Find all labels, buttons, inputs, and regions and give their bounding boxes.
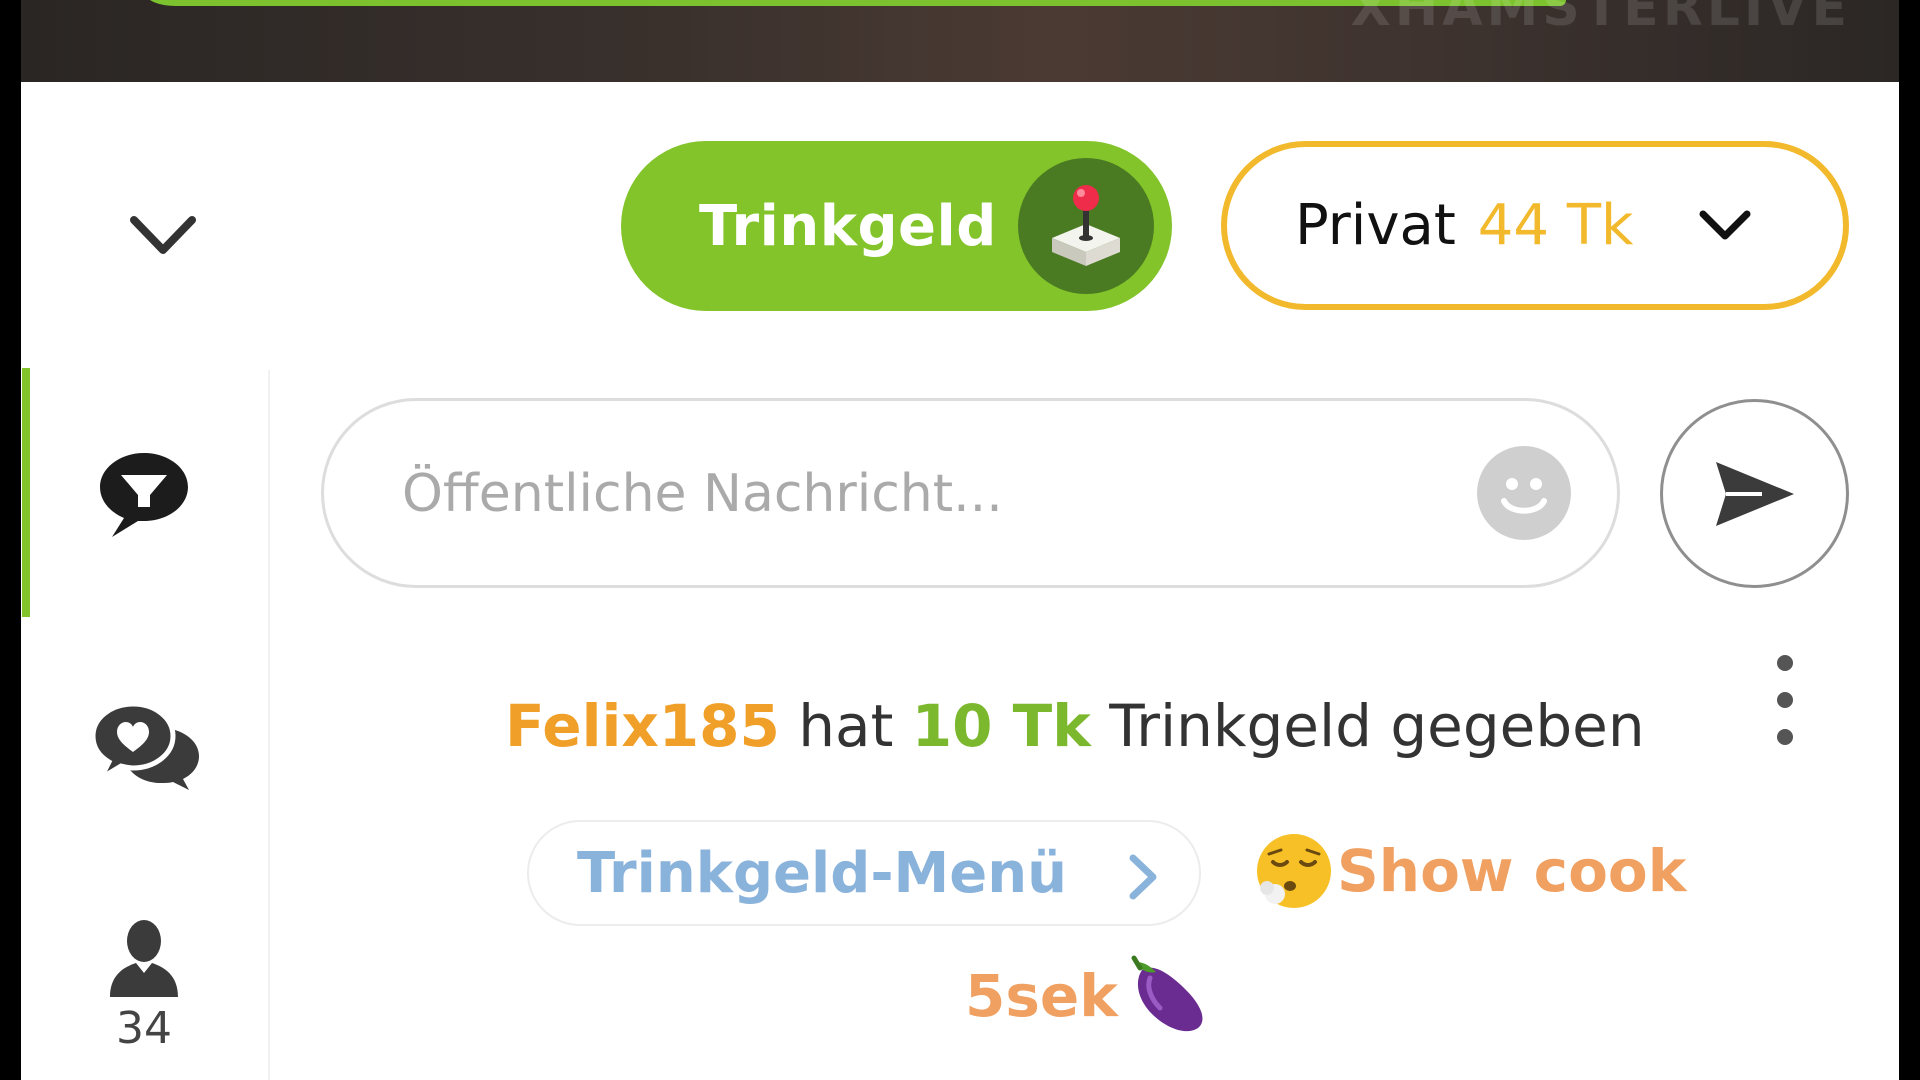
tip-menu-item-text: Show cook [1337,837,1687,905]
tip-event-message: Felix185 hat 10 Tk Trinkgeld gegeben [505,692,1705,760]
chevron-down-icon [130,216,196,254]
chevron-down-icon [1695,196,1755,256]
emoji-button[interactable] [1477,446,1571,540]
tip-menu-label: Trinkgeld-Menü [577,840,1067,906]
tip-menu-button[interactable]: Trinkgeld-Menü [527,820,1201,926]
collapse-button[interactable] [118,200,208,270]
tipper-username[interactable]: Felix185 [505,692,780,760]
joystick-icon [1018,158,1154,294]
more-dot [1777,692,1793,708]
heart-chat-icon [89,701,199,790]
tab-private-messages[interactable] [84,690,209,800]
smiley-icon [1501,478,1547,514]
tip-menu-item: Show cook [1255,832,1686,910]
tip-menu-item-continued: 5sek [965,952,1208,1040]
more-dot [1777,729,1793,745]
eggplant-icon [1131,955,1203,1032]
tab-public-chat[interactable] [84,440,204,550]
tip-amount: 10 Tk [911,692,1091,760]
message-input[interactable] [400,401,1424,587]
public-chat-icon [100,453,188,537]
message-composer [321,398,1620,588]
private-price: 44 Tk [1477,193,1634,258]
tip-menu-item-duration: 5sek [965,962,1118,1030]
video-preview: XHAMSTERLIVE [21,0,1899,82]
face-exhaling-icon [1257,834,1331,908]
private-show-button[interactable]: Privat 44 Tk [1221,141,1849,310]
watermark: XHAMSTERLIVE [1350,0,1851,38]
user-icon [110,919,178,997]
sidebar-divider [268,370,270,1080]
send-icon [1715,461,1794,526]
chevron-right-icon [1129,854,1157,900]
private-label: Privat [1295,193,1456,258]
active-tab-indicator [22,368,30,617]
tip-button[interactable]: Trinkgeld [621,141,1172,311]
more-options-button[interactable] [1760,655,1810,745]
tab-viewers[interactable]: 34 [84,910,204,1060]
tip-button-label: Trinkgeld [699,193,997,259]
viewer-count: 34 [116,1002,172,1054]
tip-event-verb: hat [798,692,894,760]
more-dot [1777,655,1793,671]
tip-event-text: Trinkgeld gegeben [1109,692,1645,760]
send-button[interactable] [1660,399,1849,588]
